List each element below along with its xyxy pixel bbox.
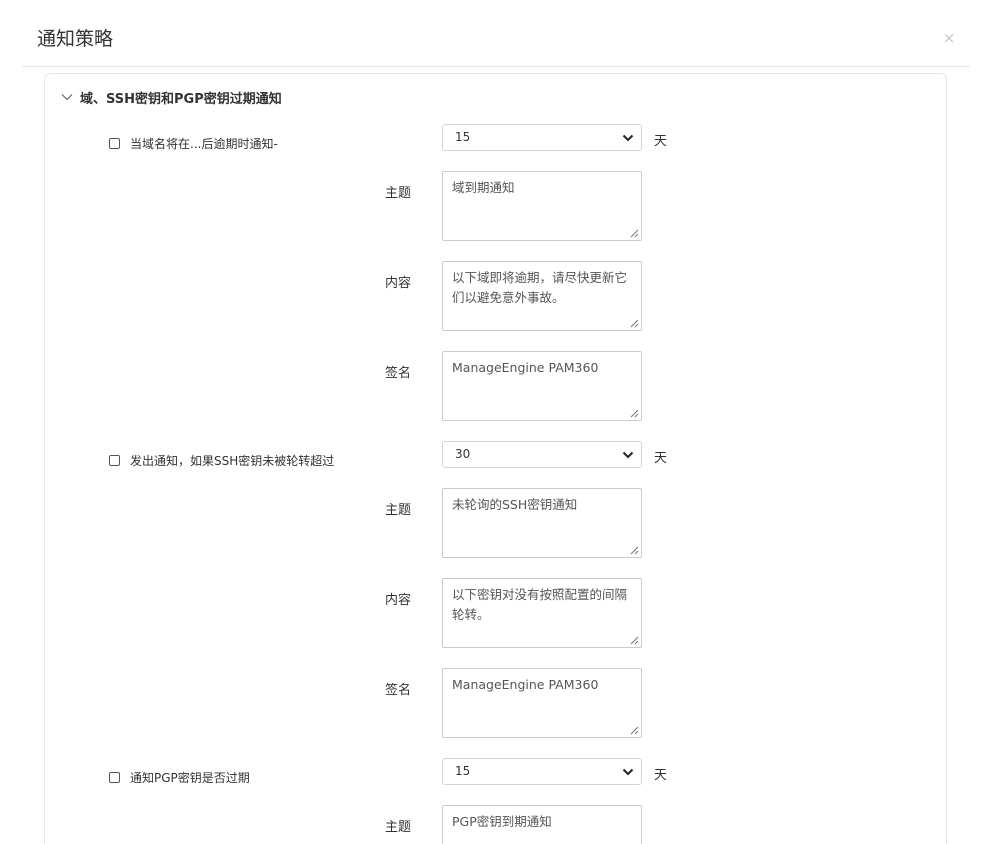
textarea-value: 以下密钥对没有按照配置的间隔轮转。 (452, 587, 628, 622)
subject-label: 主题 (385, 820, 412, 835)
resize-handle-icon[interactable] (630, 319, 639, 328)
ssh-rotation-checkbox[interactable] (109, 454, 120, 466)
domain-expiry-checkbox[interactable] (109, 137, 120, 149)
close-icon[interactable]: × (941, 28, 957, 48)
subject-label: 主题 (385, 503, 412, 518)
domain-expiry-label: 当域名将在...后逾期时通知- (130, 136, 278, 151)
textarea-value: PGP密钥到期通知 (452, 814, 552, 829)
content-label: 内容 (385, 276, 412, 291)
domain-signature-textarea[interactable]: ManageEngine PAM360 (442, 351, 642, 421)
dialog-title: 通知策略 (37, 28, 114, 50)
section-title: 域、SSH密钥和PGP密钥过期通知 (80, 91, 282, 107)
chevron-down-icon (61, 94, 73, 101)
resize-handle-icon[interactable] (630, 229, 639, 238)
select-value: 15 (455, 764, 471, 778)
notification-policy-dialog: 通知策略 × 域、SSH密钥和PGP密钥过期通知 当域名将在...后逾期时通知-… (0, 0, 991, 844)
textarea-value: 域到期通知 (452, 180, 515, 195)
textarea-value: ManageEngine PAM360 (452, 360, 599, 375)
signature-label: 签名 (385, 366, 412, 381)
days-unit: 天 (654, 134, 668, 149)
resize-handle-icon[interactable] (630, 409, 639, 418)
domain-subject-textarea[interactable]: 域到期通知 (442, 171, 642, 241)
ssh-signature-textarea[interactable]: ManageEngine PAM360 (442, 668, 642, 738)
textarea-value: ManageEngine PAM360 (452, 677, 599, 692)
ssh-rotation-option: 发出通知，如果SSH密钥未被轮转超过 (109, 450, 334, 470)
domain-expiry-days-select[interactable]: 15 (442, 124, 642, 151)
ssh-subject-textarea[interactable]: 未轮询的SSH密钥通知 (442, 488, 642, 558)
chevron-down-icon (622, 451, 634, 459)
select-value: 15 (455, 130, 471, 144)
pgp-expiry-option: 通知PGP密钥是否过期 (109, 767, 250, 787)
pgp-expiry-label: 通知PGP密钥是否过期 (130, 770, 250, 785)
days-unit: 天 (654, 451, 668, 466)
textarea-value: 以下域即将逾期，请尽快更新它们以避免意外事故。 (452, 270, 628, 305)
ssh-rotation-label: 发出通知，如果SSH密钥未被轮转超过 (130, 453, 335, 468)
pgp-expiry-days-select[interactable]: 15 (442, 758, 642, 785)
textarea-value: 未轮询的SSH密钥通知 (452, 497, 578, 512)
select-value: 30 (455, 447, 471, 461)
domain-expiry-option: 当域名将在...后逾期时通知- (109, 133, 278, 153)
pgp-expiry-checkbox[interactable] (109, 771, 120, 783)
domain-content-textarea[interactable]: 以下域即将逾期，请尽快更新它们以避免意外事故。 (442, 261, 642, 331)
pgp-subject-textarea[interactable]: PGP密钥到期通知 (442, 805, 642, 844)
signature-label: 签名 (385, 683, 412, 698)
content-label: 内容 (385, 593, 412, 608)
chevron-down-icon (622, 768, 634, 776)
resize-handle-icon[interactable] (630, 726, 639, 735)
resize-handle-icon[interactable] (630, 636, 639, 645)
header-divider (22, 66, 970, 67)
ssh-rotation-days-select[interactable]: 30 (442, 441, 642, 468)
days-unit: 天 (654, 768, 668, 783)
section-toggle[interactable]: 域、SSH密钥和PGP密钥过期通知 (60, 86, 282, 108)
ssh-content-textarea[interactable]: 以下密钥对没有按照配置的间隔轮转。 (442, 578, 642, 648)
resize-handle-icon[interactable] (630, 546, 639, 555)
chevron-down-icon (622, 134, 634, 142)
subject-label: 主题 (385, 186, 412, 201)
